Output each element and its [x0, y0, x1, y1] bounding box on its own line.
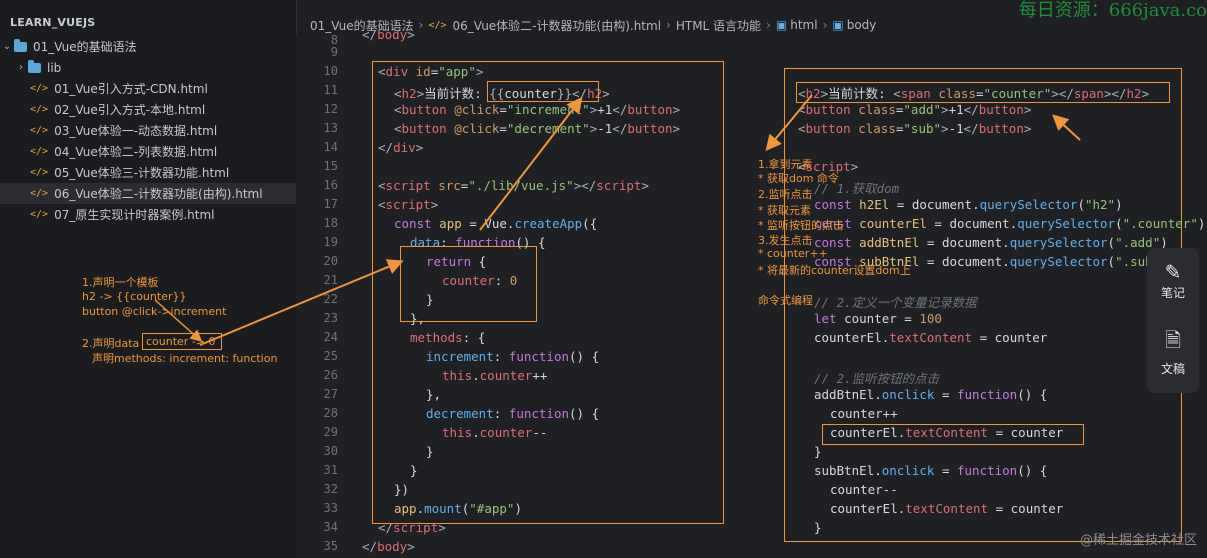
- breadcrumb-file[interactable]: 06_Vue体验二-计数器功能(由构).html: [453, 17, 662, 34]
- annotation-text: 声明methods: increment: function: [92, 352, 278, 365]
- annotation-text: h2 -> {{counter}}: [82, 290, 187, 303]
- annotation-text: * 获取dom 命令: [758, 172, 839, 185]
- tree-item-file[interactable]: </> 01_Vue引入方式-CDN.html: [0, 78, 326, 99]
- html-file-icon: </>: [30, 146, 49, 157]
- highlight-box: [487, 81, 599, 102]
- tree-item-file[interactable]: </> 02_Vue引入方式-本地.html: [0, 99, 326, 120]
- annotation-text: counter -> 0: [146, 335, 216, 348]
- code-line: counter++: [830, 406, 898, 421]
- code-line: counter--: [830, 482, 898, 497]
- tree-item-label: 07_原生实现计时器案例.html: [54, 208, 215, 222]
- code-line: <button class="add">+1</button>: [798, 102, 1032, 117]
- breadcrumb-html[interactable]: html: [790, 18, 817, 32]
- tree-item-file-active[interactable]: </> 06_Vue体验二-计数器功能(由构).html: [0, 183, 326, 204]
- tree-item-file[interactable]: </> 03_Vue体验一-动态数据.html: [0, 120, 326, 141]
- html-file-icon: </>: [30, 209, 49, 220]
- code-line: const h2El = document.querySelector("h2"…: [814, 197, 1123, 212]
- explorer-sidebar: LEARN_VUEJS ⌄ 01_Vue的基础语法 › lib </> 01_V…: [0, 0, 326, 558]
- chevron-right-icon: ›: [418, 18, 424, 32]
- annotation-text: button @click->increment: [82, 305, 227, 318]
- tree-item-label: 04_Vue体验二-列表数据.html: [54, 145, 218, 159]
- code-line: // 2.定义一个变量记录数据: [814, 295, 977, 310]
- code-line: <button class="sub">-1</button>: [798, 121, 1032, 136]
- tree-item-file[interactable]: </> 04_Vue体验二-列表数据.html: [0, 141, 326, 162]
- html-file-icon: </>: [30, 188, 49, 199]
- code-editor[interactable]: 8 9 10 11 12 13 14 15 16 17 18 19 20 21 …: [296, 27, 1207, 558]
- annotation-text: * 监听按钮的点击: [758, 219, 844, 232]
- code-line: <h2>当前计数: <span class="counter"></span><…: [798, 86, 1150, 101]
- annotation-text: * 获取元素: [758, 204, 811, 217]
- footer-watermark: @稀土掘金技术社区: [1079, 533, 1197, 548]
- code-line: }: [814, 520, 822, 535]
- tree-item-file[interactable]: </> 07_原生实现计时器案例.html: [0, 204, 326, 225]
- chevron-down-icon: ⌄: [2, 41, 12, 52]
- breadcrumb-section[interactable]: HTML 语言功能: [676, 17, 761, 34]
- highlight-box: [400, 246, 537, 322]
- annotation-text: 3.发生点击: [758, 234, 813, 247]
- tree-item-label: 03_Vue体验一-动态数据.html: [54, 124, 218, 138]
- tree-item-label: 05_Vue体验三-计数器功能.html: [54, 166, 230, 180]
- code-line: addBtnEl.onclick = function() {: [814, 387, 1048, 402]
- code-line: </body>: [362, 27, 415, 42]
- cube-icon: ▣: [832, 18, 844, 32]
- top-watermark: 每日资源：666java.co: [1018, 0, 1207, 21]
- annotation-text: * counter++: [758, 247, 828, 260]
- breadcrumb-body[interactable]: body: [847, 18, 877, 32]
- annotation-text: 1.声明一个模板: [82, 276, 159, 289]
- html-file-icon: </>: [30, 83, 49, 94]
- docs-button[interactable]: 🗎 文稿: [1147, 326, 1199, 377]
- tree-item-label: 01_Vue的基础语法: [33, 40, 137, 54]
- chevron-right-icon: ›: [666, 18, 671, 32]
- html-file-icon: </>: [30, 104, 49, 115]
- tree-item-label: 01_Vue引入方式-CDN.html: [54, 82, 208, 96]
- chevron-right-icon: ›: [766, 18, 771, 32]
- tree-item-label: 02_Vue引入方式-本地.html: [54, 103, 206, 117]
- folder-icon: [28, 59, 41, 73]
- annotation-text: 2.声明data: [82, 337, 140, 350]
- tree-item-label: lib: [47, 60, 62, 75]
- chevron-right-icon: ›: [19, 62, 23, 73]
- tree-item-file[interactable]: </> 05_Vue体验三-计数器功能.html: [0, 162, 326, 183]
- code-line: let counter = 100: [814, 311, 942, 326]
- document-ai-icon: 🗎: [1164, 328, 1182, 352]
- html-file-icon: </>: [30, 167, 49, 178]
- tree-item-folder-basics[interactable]: ⌄ 01_Vue的基础语法: [0, 36, 296, 57]
- notes-label: 笔记: [1160, 286, 1185, 300]
- notes-button[interactable]: ✎ 笔记: [1147, 260, 1199, 301]
- code-line: counterEl.textContent = counter: [814, 330, 1048, 345]
- html-file-icon: </>: [428, 19, 447, 31]
- code-line: </body>: [362, 539, 415, 554]
- chevron-right-icon: ›: [822, 18, 828, 32]
- code-line: }: [814, 444, 822, 459]
- notes-icon: ✎: [1164, 260, 1182, 284]
- docs-label: 文稿: [1160, 362, 1185, 376]
- folder-icon: [14, 38, 27, 52]
- explorer-title: LEARN_VUEJS: [10, 16, 96, 29]
- code-line: counterEl.textContent = counter: [830, 425, 1064, 440]
- code-line: const counterEl = document.querySelector…: [814, 216, 1206, 231]
- code-line: subBtnEl.onclick = function() {: [814, 463, 1048, 478]
- annotation-text: 命令式编程: [758, 294, 813, 307]
- code-line: const addBtnEl = document.querySelector(…: [814, 235, 1168, 250]
- code-line: // 2.监听按钮的点击: [814, 371, 940, 386]
- floating-side-panel: ✎ 笔记 🗎 文稿: [1147, 248, 1199, 393]
- annotation-text: * 将最新的counter设置dom上: [758, 264, 911, 277]
- annotation-text: 2.监听点击: [758, 188, 813, 201]
- code-line: counterEl.textContent = counter: [830, 501, 1064, 516]
- html-file-icon: </>: [30, 125, 49, 136]
- tree-item-label: 06_Vue体验二-计数器功能(由构).html: [54, 187, 263, 201]
- tree-item-folder-lib[interactable]: › lib: [0, 57, 310, 78]
- cube-icon: ▣: [775, 18, 788, 32]
